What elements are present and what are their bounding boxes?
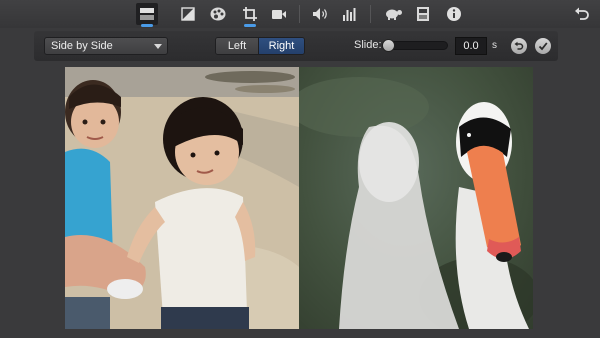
adjustments-toolbar xyxy=(0,0,600,28)
video-viewer[interactable] xyxy=(65,67,533,329)
position-left-button[interactable]: Left xyxy=(216,38,259,54)
overlay-style-dropdown[interactable]: Side by Side xyxy=(44,37,168,55)
slide-duration-slider[interactable] xyxy=(382,39,448,52)
reset-button[interactable] xyxy=(511,38,527,54)
toolbar-separator xyxy=(299,5,300,23)
color-balance-icon[interactable] xyxy=(177,3,199,25)
stabilization-icon[interactable] xyxy=(268,3,290,25)
clip-filter-icon[interactable] xyxy=(412,3,434,25)
left-overlay-pane xyxy=(65,67,299,329)
crop-icon[interactable] xyxy=(239,3,261,27)
checkmark-icon xyxy=(538,42,548,51)
slide-duration-field[interactable]: 0.0 xyxy=(455,37,487,55)
swan-photo xyxy=(299,77,533,329)
overlay-controls-bar: Side by Side Left Right Slide: 0.0 s xyxy=(34,31,558,61)
speed-icon[interactable] xyxy=(382,3,404,25)
reset-all-icon[interactable] xyxy=(571,3,593,25)
undo-arrow-icon xyxy=(514,41,524,50)
position-segmented-control: Left Right xyxy=(215,37,305,55)
children-on-beach-photo xyxy=(65,67,299,329)
toolbar-separator xyxy=(370,5,371,23)
volume-icon[interactable] xyxy=(310,3,332,25)
right-overlay-pane xyxy=(299,67,533,329)
slider-knob[interactable] xyxy=(382,39,395,52)
slide-unit-label: s xyxy=(492,40,497,51)
position-right-button[interactable]: Right xyxy=(259,38,304,54)
color-correction-icon[interactable] xyxy=(207,3,229,25)
chevron-down-icon xyxy=(154,44,162,49)
apply-button[interactable] xyxy=(535,38,551,54)
video-overlay-settings-icon[interactable] xyxy=(136,3,158,27)
clip-info-icon[interactable] xyxy=(443,3,465,25)
noise-reduction-equalizer-icon[interactable] xyxy=(339,3,361,25)
overlay-style-value: Side by Side xyxy=(51,40,113,52)
slide-label: Slide: xyxy=(354,39,382,51)
